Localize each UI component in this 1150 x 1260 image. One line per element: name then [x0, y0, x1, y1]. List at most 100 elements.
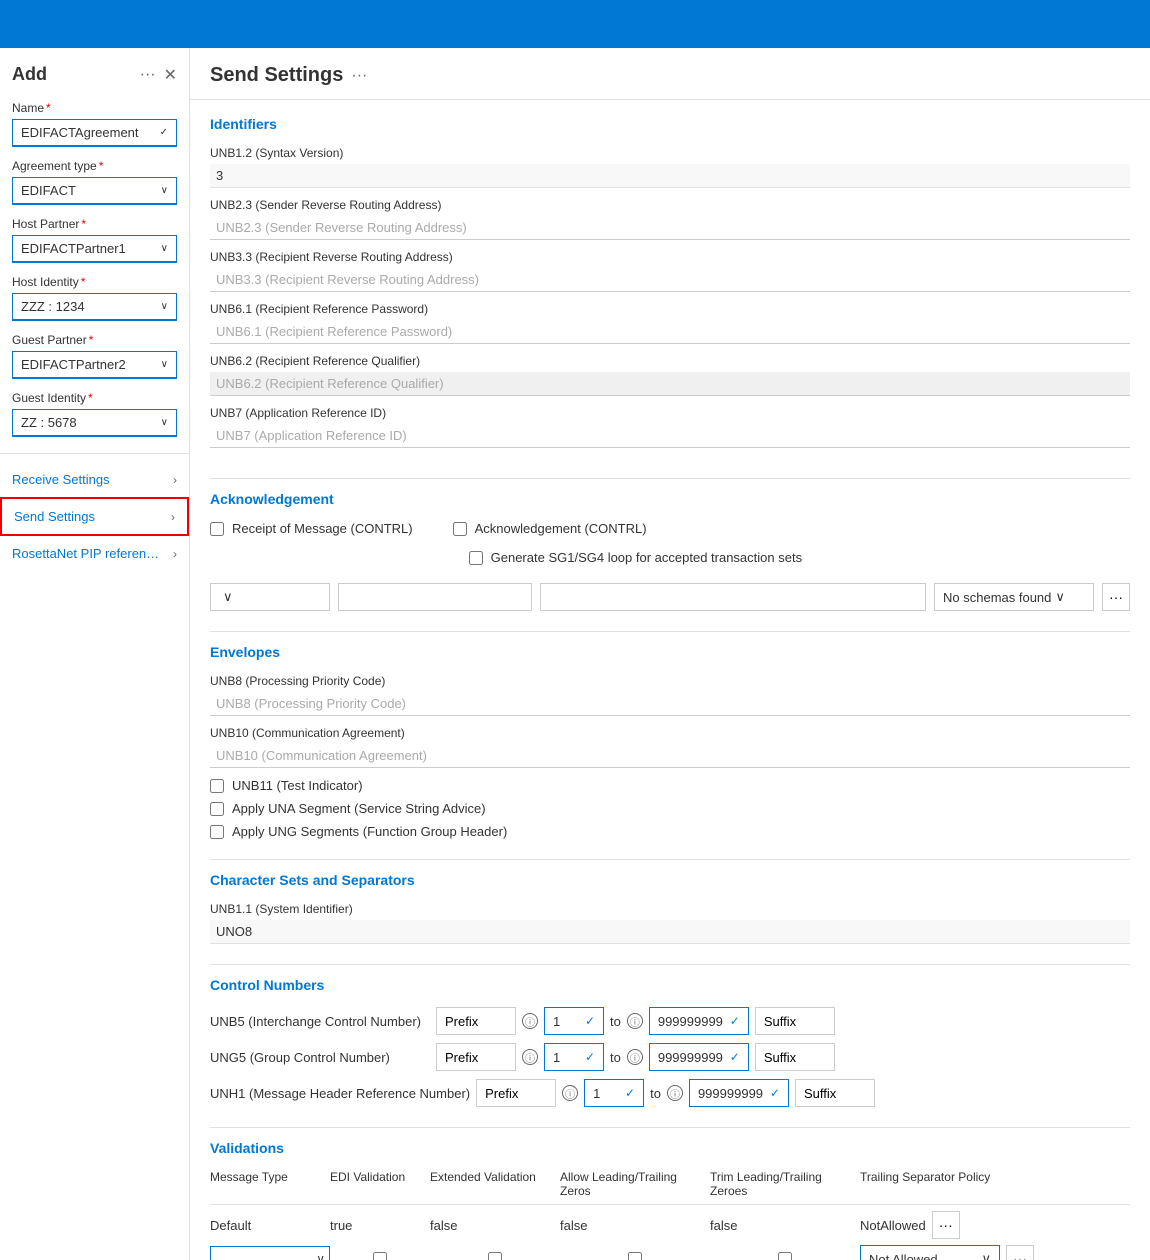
schema-more-button[interactable]: ···	[1102, 583, 1130, 611]
unb5-to-info-icon[interactable]: ⓘ	[627, 1013, 643, 1029]
guest-identity-field-group: Guest Identity* ZZ : 5678 ∨	[0, 391, 189, 449]
ung5-to-info-icon[interactable]: ⓘ	[627, 1049, 643, 1065]
ack-input-2[interactable]	[540, 583, 926, 611]
val-input-edi-container	[330, 1252, 430, 1260]
ung5-control-row: UNG5 (Group Control Number) ⓘ 1 ✓ to ⓘ 9…	[210, 1043, 1130, 1071]
val-input-trim-leading-container	[710, 1252, 860, 1260]
name-field-group: Name* EDIFACTAgreement ✓	[0, 101, 189, 159]
unb8-input[interactable]	[210, 692, 1130, 716]
unb62-input[interactable]	[210, 372, 1130, 396]
val-allow-leading-checkbox[interactable]	[628, 1252, 642, 1260]
separator-5	[210, 1127, 1130, 1128]
acknowledgement-contrl-checkbox[interactable]	[453, 522, 467, 536]
unb61-label: UNB6.1 (Recipient Reference Password)	[210, 302, 1130, 316]
generate-sg1-checkbox[interactable]	[469, 551, 483, 565]
unb33-field-group: UNB3.3 (Recipient Reverse Routing Addres…	[210, 250, 1130, 302]
acknowledgement-contrl-label: Acknowledgement (CONTRL)	[475, 521, 647, 536]
una-segment-label: Apply UNA Segment (Service String Advice…	[232, 801, 486, 816]
ung5-to-value[interactable]: 999999999 ✓	[649, 1043, 749, 1071]
acknowledgement-section: Acknowledgement Receipt of Message (CONT…	[210, 491, 1130, 611]
ung5-info-icon[interactable]: ⓘ	[522, 1049, 538, 1065]
unb5-to-value[interactable]: 999999999 ✓	[649, 1007, 749, 1035]
val-edi-checkbox[interactable]	[373, 1252, 387, 1260]
unb11-checkbox[interactable]	[210, 779, 224, 793]
control-numbers-section-title: Control Numbers	[210, 977, 1130, 997]
ack-input-1[interactable]	[338, 583, 532, 611]
chevron-right-icon: ›	[173, 547, 177, 561]
identifiers-section: Identifiers UNB1.2 (Syntax Version) 3 UN…	[210, 116, 1130, 458]
guest-identity-label: Guest Identity*	[12, 391, 177, 405]
una-segment-checkbox[interactable]	[210, 802, 224, 816]
unh1-suffix-input[interactable]	[795, 1079, 875, 1107]
divider	[0, 453, 189, 454]
chevron-down-icon: ∨	[161, 185, 168, 196]
host-partner-select[interactable]: EDIFACTPartner1 ∨	[12, 235, 177, 263]
unb8-label: UNB8 (Processing Priority Code)	[210, 674, 1130, 688]
unh1-prefix-input[interactable]	[476, 1079, 556, 1107]
unh1-to-info-icon[interactable]: ⓘ	[667, 1085, 683, 1101]
unb7-input[interactable]	[210, 424, 1130, 448]
sidebar-header: Add ··· ✕	[0, 64, 189, 101]
val-trim-leading-checkbox[interactable]	[778, 1252, 792, 1260]
check-icon: ✓	[730, 1050, 740, 1064]
separator-1	[210, 478, 1130, 479]
agreement-type-select[interactable]: EDIFACT ∨	[12, 177, 177, 205]
val-ext-checkbox[interactable]	[488, 1252, 502, 1260]
ack-controls-row: ∨ No schemas found ∨ ···	[210, 583, 1130, 611]
unb5-control-row: UNB5 (Interchange Control Number) ⓘ 1 ✓ …	[210, 1007, 1130, 1035]
val-input-trailing-sep-container: Not Allowed ∨ ···	[860, 1245, 1130, 1260]
unb61-input[interactable]	[210, 320, 1130, 344]
unh1-to-value[interactable]: 999999999 ✓	[689, 1079, 789, 1107]
ung-segments-label: Apply UNG Segments (Function Group Heade…	[232, 824, 507, 839]
sidebar-header-actions: ··· ✕	[140, 65, 177, 85]
ung5-suffix-input[interactable]	[755, 1043, 835, 1071]
name-select[interactable]: EDIFACTAgreement ✓	[12, 119, 177, 147]
chevron-down-icon: ∨	[161, 359, 168, 370]
unb10-input[interactable]	[210, 744, 1130, 768]
unh1-from-value[interactable]: 1 ✓	[584, 1079, 644, 1107]
val-input-ext-container	[430, 1252, 560, 1260]
host-identity-select[interactable]: ZZZ : 1234 ∨	[12, 293, 177, 321]
unb23-field-group: UNB2.3 (Sender Reverse Routing Address)	[210, 198, 1130, 250]
sidebar-item-rosettanet[interactable]: RosettaNet PIP referen… ›	[0, 536, 189, 571]
sidebar-close-button[interactable]: ✕	[164, 65, 177, 85]
ung-segments-checkbox[interactable]	[210, 825, 224, 839]
receipt-message-checkbox[interactable]	[210, 522, 224, 536]
unh1-control-row: UNH1 (Message Header Reference Number) ⓘ…	[210, 1079, 1130, 1107]
identifiers-section-title: Identifiers	[210, 116, 1130, 136]
unb5-info-icon[interactable]: ⓘ	[522, 1013, 538, 1029]
control-numbers-section: Control Numbers UNB5 (Interchange Contro…	[210, 977, 1130, 1107]
envelopes-section: Envelopes UNB8 (Processing Priority Code…	[210, 644, 1130, 839]
host-identity-field-group: Host Identity* ZZZ : 1234 ∨	[0, 275, 189, 333]
ung5-from-value[interactable]: 1 ✓	[544, 1043, 604, 1071]
val-input-more-button[interactable]: ···	[1006, 1245, 1034, 1260]
unb5-prefix-input[interactable]	[436, 1007, 516, 1035]
ack-type-dropdown[interactable]: ∨	[210, 583, 330, 611]
separator-4	[210, 964, 1130, 965]
unh1-info-icon[interactable]: ⓘ	[562, 1085, 578, 1101]
guest-partner-select[interactable]: EDIFACTPartner2 ∨	[12, 351, 177, 379]
ung-segments-checkbox-row: Apply UNG Segments (Function Group Heade…	[210, 824, 1130, 839]
main-more-button[interactable]: ···	[351, 67, 367, 85]
guest-identity-select[interactable]: ZZ : 5678 ∨	[12, 409, 177, 437]
val-header-message-type: Message Type	[210, 1170, 330, 1198]
sidebar-item-receive-settings[interactable]: Receive Settings ›	[0, 462, 189, 497]
una-segment-checkbox-row: Apply UNA Segment (Service String Advice…	[210, 801, 1130, 816]
sidebar-more-button[interactable]: ···	[140, 66, 156, 84]
unb62-label: UNB6.2 (Recipient Reference Qualifier)	[210, 354, 1130, 368]
val-default-trailing-sep-container: NotAllowed ···	[860, 1211, 1130, 1239]
app-bar	[0, 0, 1150, 48]
val-message-type-select[interactable]: ∨	[210, 1246, 330, 1260]
unb5-from-value[interactable]: 1 ✓	[544, 1007, 604, 1035]
chevron-right-icon: ›	[173, 473, 177, 487]
unb23-input[interactable]	[210, 216, 1130, 240]
unb5-suffix-input[interactable]	[755, 1007, 835, 1035]
schema-dropdown[interactable]: No schemas found ∨	[934, 583, 1094, 611]
sidebar-item-send-settings[interactable]: Send Settings ›	[0, 497, 189, 536]
unb33-input[interactable]	[210, 268, 1130, 292]
not-allowed-dropdown[interactable]: Not Allowed ∨	[860, 1245, 1000, 1260]
host-partner-label: Host Partner*	[12, 217, 177, 231]
unb33-label: UNB3.3 (Recipient Reverse Routing Addres…	[210, 250, 1130, 264]
ung5-prefix-input[interactable]	[436, 1043, 516, 1071]
val-default-more-button[interactable]: ···	[932, 1211, 960, 1239]
